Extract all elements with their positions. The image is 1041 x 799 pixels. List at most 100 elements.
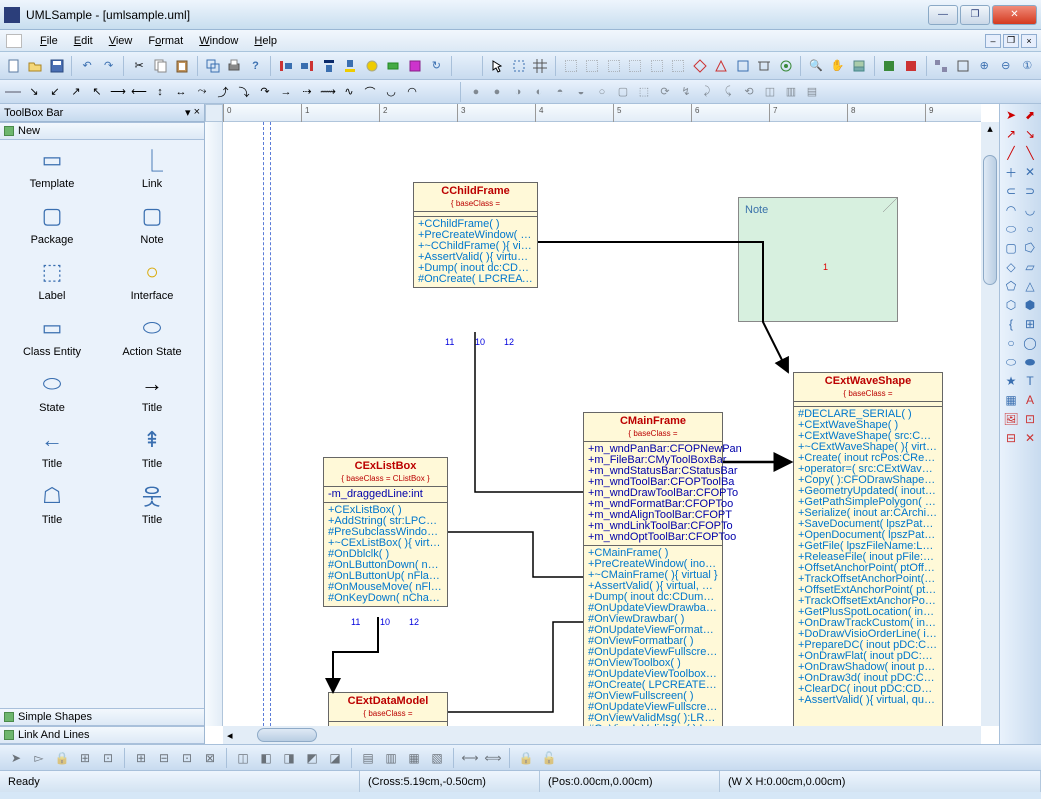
uml-class[interactable]: CExtDataModel{ baseClass = xyxy=(328,692,448,726)
conn10-icon[interactable]: ⤳ xyxy=(193,83,211,101)
palette-tool-35[interactable]: ✕ xyxy=(1021,429,1039,447)
bottom-tool-7[interactable]: ⊟ xyxy=(154,748,174,768)
palette-tool-21[interactable]: ⬢ xyxy=(1021,296,1039,314)
toolbox-item[interactable]: ▭Template xyxy=(4,148,100,190)
bottom-tool-19[interactable]: ▦ xyxy=(404,748,424,768)
conn20-icon[interactable]: ◠ xyxy=(403,83,421,101)
toolbox-item[interactable]: 웃Title xyxy=(104,484,200,526)
snap2-icon[interactable] xyxy=(582,56,601,76)
menu-edit[interactable]: Edit xyxy=(66,33,101,49)
toolbox-item[interactable]: ○Interface xyxy=(104,260,200,302)
conn5-icon[interactable]: ↖ xyxy=(88,83,106,101)
conn18-icon[interactable]: ⌒ xyxy=(361,83,379,101)
shape17-icon[interactable]: ▤ xyxy=(803,83,821,101)
palette-tool-11[interactable]: ◡ xyxy=(1021,201,1039,219)
palette-tool-8[interactable]: ⊂ xyxy=(1002,182,1020,200)
bottom-tool-22[interactable]: ⟷ xyxy=(460,748,480,768)
toolbox-close-icon[interactable]: × xyxy=(194,106,200,119)
conn6-icon[interactable]: ⟶ xyxy=(109,83,127,101)
shape12-icon[interactable]: ⤸ xyxy=(698,83,716,101)
zoom-tool-icon[interactable]: 🔍 xyxy=(806,56,825,76)
menu-format[interactable]: Format xyxy=(140,33,191,49)
uml-class[interactable]: CExListBox{ baseClass = CListBox } -m_dr… xyxy=(323,457,448,607)
bottom-tool-8[interactable]: ⊡ xyxy=(177,748,197,768)
zoom100-icon[interactable]: ① xyxy=(1018,56,1037,76)
grid-icon[interactable] xyxy=(530,56,549,76)
palette-tool-12[interactable]: ⬭ xyxy=(1002,220,1020,238)
bottom-tool-13[interactable]: ◨ xyxy=(279,748,299,768)
conn2-icon[interactable]: ↘ xyxy=(25,83,43,101)
bottom-tool-2[interactable]: 🔒 xyxy=(52,748,72,768)
minimize-button[interactable]: — xyxy=(928,5,958,25)
marquee-icon[interactable] xyxy=(509,56,528,76)
palette-tool-16[interactable]: ◇ xyxy=(1002,258,1020,276)
bottom-tool-0[interactable]: ➤ xyxy=(6,748,26,768)
uml-class[interactable]: CChildFrame{ baseClass = +CChildFrame( )… xyxy=(413,182,538,288)
shape8-icon[interactable]: ▢ xyxy=(614,83,632,101)
close-button[interactable]: ✕ xyxy=(992,5,1037,25)
palette-tool-28[interactable]: ★ xyxy=(1002,372,1020,390)
palette-tool-22[interactable]: { xyxy=(1002,315,1020,333)
shape14-icon[interactable]: ⟲ xyxy=(740,83,758,101)
menu-window[interactable]: Window xyxy=(191,33,246,49)
triangle-icon[interactable] xyxy=(711,56,730,76)
align-top-icon[interactable] xyxy=(319,56,338,76)
toolbox-item[interactable]: ⬭Action State xyxy=(104,316,200,358)
palette-tool-3[interactable]: ↘ xyxy=(1021,125,1039,143)
conn11-icon[interactable]: ⤴ xyxy=(214,83,232,101)
bottom-tool-6[interactable]: ⊞ xyxy=(131,748,151,768)
open-icon[interactable] xyxy=(25,56,44,76)
shape10-icon[interactable]: ⟳ xyxy=(656,83,674,101)
conn1-icon[interactable] xyxy=(4,83,22,101)
snap6-icon[interactable] xyxy=(668,56,687,76)
hand-icon[interactable]: ✋ xyxy=(828,56,847,76)
shape9-icon[interactable]: ⬚ xyxy=(635,83,653,101)
conn16-icon[interactable]: ⟿ xyxy=(319,83,337,101)
paste-icon[interactable] xyxy=(172,56,191,76)
rotate-icon[interactable]: ↻ xyxy=(427,56,446,76)
palette-tool-10[interactable]: ◠ xyxy=(1002,201,1020,219)
conn15-icon[interactable]: ⇢ xyxy=(298,83,316,101)
copy-icon[interactable] xyxy=(151,56,170,76)
maximize-button[interactable]: ❐ xyxy=(960,5,990,25)
toolbox-item[interactable]: ⎿Link xyxy=(104,148,200,190)
print-icon[interactable] xyxy=(224,56,243,76)
bottom-tool-12[interactable]: ◧ xyxy=(256,748,276,768)
palette-tool-32[interactable]: 🖼 xyxy=(1002,410,1020,428)
bottom-tool-15[interactable]: ◪ xyxy=(325,748,345,768)
align-bottom-icon[interactable] xyxy=(341,56,360,76)
toolbox-item[interactable]: ⇞Title xyxy=(104,428,200,470)
shape2-icon[interactable]: ● xyxy=(488,83,506,101)
palette-tool-33[interactable]: ⊡ xyxy=(1021,410,1039,428)
toolbox-item[interactable]: ←Title xyxy=(4,428,100,470)
shape-green-icon[interactable] xyxy=(384,56,403,76)
conn14-icon[interactable]: → xyxy=(277,83,295,101)
toolbox-section-link[interactable]: Link And Lines xyxy=(0,726,204,744)
distribute-h-icon[interactable] xyxy=(362,56,381,76)
palette-tool-24[interactable]: ○ xyxy=(1002,334,1020,352)
conn17-icon[interactable]: ∿ xyxy=(340,83,358,101)
snap5-icon[interactable] xyxy=(647,56,666,76)
square-icon[interactable] xyxy=(733,56,752,76)
redo-icon[interactable]: ↷ xyxy=(99,56,118,76)
help-icon[interactable]: ? xyxy=(246,56,265,76)
shape-magenta-icon[interactable] xyxy=(405,56,424,76)
toolbox-item[interactable]: ⬚Label xyxy=(4,260,100,302)
bottom-tool-4[interactable]: ⊡ xyxy=(98,748,118,768)
bottom-tool-17[interactable]: ▤ xyxy=(358,748,378,768)
uml-note[interactable]: Note xyxy=(738,197,898,322)
fit-icon[interactable] xyxy=(953,56,972,76)
shape4-icon[interactable]: ◐ xyxy=(530,83,548,101)
bottom-tool-3[interactable]: ⊞ xyxy=(75,748,95,768)
toolbox-item[interactable]: ☖Title xyxy=(4,484,100,526)
palette-tool-17[interactable]: ▱ xyxy=(1021,258,1039,276)
palette-tool-15[interactable]: ⭔ xyxy=(1021,239,1039,257)
palette-tool-31[interactable]: A xyxy=(1021,391,1039,409)
menu-file[interactable]: File xyxy=(32,33,66,49)
bottom-tool-18[interactable]: ▥ xyxy=(381,748,401,768)
toolbox-item[interactable]: ▭Class Entity xyxy=(4,316,100,358)
palette-tool-7[interactable]: ✕ xyxy=(1021,163,1039,181)
shape6-icon[interactable]: ◒ xyxy=(572,83,590,101)
toolbox-item[interactable]: ▢Package xyxy=(4,204,100,246)
conn4-icon[interactable]: ↗ xyxy=(67,83,85,101)
